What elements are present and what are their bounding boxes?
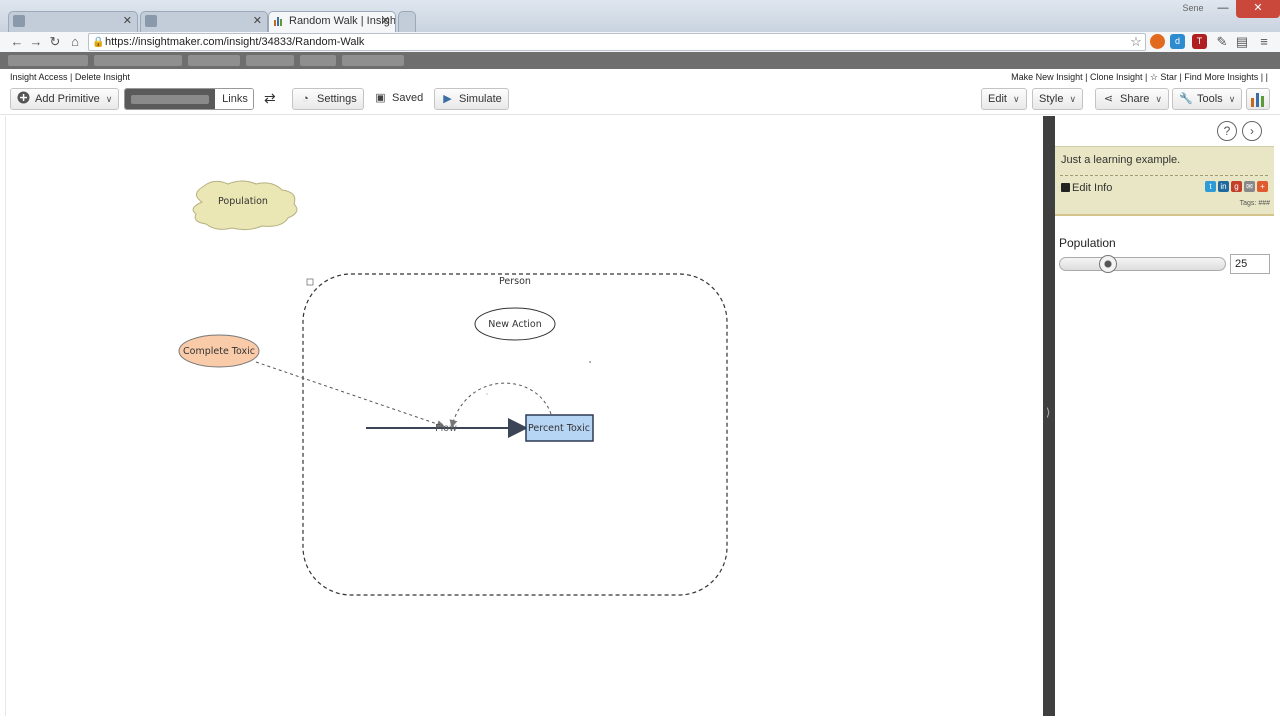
browser-tab[interactable]: ✕ bbox=[8, 11, 138, 32]
lock-icon: 🔒 bbox=[92, 37, 105, 48]
canvas-dot bbox=[589, 361, 591, 363]
tab-close-icon[interactable]: ✕ bbox=[123, 12, 132, 31]
insightmaker-favicon-icon bbox=[273, 15, 285, 27]
bookmark-item[interactable] bbox=[300, 55, 336, 66]
primitives-mode-button[interactable] bbox=[125, 89, 215, 109]
action-node[interactable]: New Action bbox=[474, 307, 556, 341]
splitter-handle-icon: ⟩ bbox=[1046, 407, 1051, 419]
new-tab-button[interactable] bbox=[398, 11, 416, 32]
wrench-icon: 🔧 bbox=[1179, 93, 1193, 105]
home-icon[interactable]: ⌂ bbox=[66, 33, 84, 51]
email-icon[interactable]: ✉ bbox=[1244, 181, 1255, 192]
chrome-menu-icon[interactable]: ≡ bbox=[1255, 33, 1273, 51]
help-icon[interactable]: ? bbox=[1217, 121, 1237, 141]
population-slider-label: Population bbox=[1059, 236, 1116, 250]
bookmark-star-icon[interactable]: ☆ bbox=[1127, 33, 1145, 51]
browser-tabstrip: ✕ ✕ Random Walk | Insight Mak ✕ Sene — ▢… bbox=[0, 0, 1280, 32]
extension-icon[interactable]: d bbox=[1170, 34, 1185, 49]
insight-info-box: Just a learning example. Edit Info t in … bbox=[1055, 146, 1274, 216]
add-primitive-button[interactable]: Add Primitive ∨ bbox=[10, 88, 120, 110]
tab-favicon-icon bbox=[13, 15, 25, 27]
address-bar[interactable]: 🔒 https://insightmaker.com/insight/34833… bbox=[88, 33, 1146, 51]
right-panel: ? › Just a learning example. Edit Info t… bbox=[1055, 116, 1280, 716]
simulate-button[interactable]: ▶ Simulate bbox=[434, 88, 509, 110]
mode-toggle: Links bbox=[124, 88, 254, 110]
complete-toxic-label: Complete Toxic bbox=[183, 346, 255, 357]
percent-toxic-stock[interactable]: Percent Toxic bbox=[525, 414, 594, 442]
population-slider-track[interactable] bbox=[1059, 257, 1226, 271]
insightmaker-logo-icon[interactable] bbox=[1246, 88, 1270, 110]
chevron-down-icon: ∨ bbox=[1228, 94, 1236, 104]
extension-icon[interactable] bbox=[1150, 34, 1165, 49]
saved-button[interactable]: ▣ Saved bbox=[368, 88, 429, 110]
info-divider bbox=[1060, 175, 1268, 176]
minimize-icon[interactable]: — bbox=[1210, 0, 1236, 18]
collapse-panel-icon[interactable]: › bbox=[1242, 121, 1262, 141]
population-label: Population bbox=[218, 196, 268, 207]
model-diagram: Person Population New Action Complete To… bbox=[178, 180, 728, 596]
browser-tab[interactable]: ✕ bbox=[140, 11, 268, 32]
edit-menu-button[interactable]: Edit ∨ bbox=[981, 88, 1027, 110]
settings-button[interactable]: ◔ Settings bbox=[292, 88, 364, 110]
chevron-down-icon: ∨ bbox=[105, 94, 113, 104]
clock-icon: ◔ bbox=[302, 93, 309, 105]
page-menu-icon[interactable]: ▤ bbox=[1233, 33, 1251, 51]
stock-label: Percent Toxic bbox=[528, 423, 590, 434]
edit-icon bbox=[1061, 183, 1070, 192]
app-header: Insight Access | Delete Insight Make New… bbox=[0, 69, 1280, 85]
bookmark-item[interactable] bbox=[342, 55, 404, 66]
window-close-icon[interactable]: ✕ bbox=[1236, 0, 1280, 18]
bookmarks-bar bbox=[0, 52, 1280, 69]
extension-icon[interactable]: T bbox=[1192, 34, 1207, 49]
canvas-dot bbox=[486, 393, 488, 395]
tags-label: Tags: ### bbox=[1239, 200, 1270, 207]
agent-container-label: Person bbox=[499, 276, 531, 287]
bookmark-item[interactable] bbox=[188, 55, 240, 66]
bookmark-item[interactable] bbox=[94, 55, 182, 66]
container-collapse-icon[interactable] bbox=[306, 278, 314, 286]
tab-close-icon[interactable]: ✕ bbox=[381, 12, 390, 31]
browser-toolbar: ← → ↻ ⌂ 🔒 https://insightmaker.com/insig… bbox=[0, 32, 1280, 52]
panel-splitter[interactable]: ⟩ bbox=[1043, 116, 1055, 716]
complete-toxic-node[interactable]: Complete Toxic bbox=[178, 334, 260, 368]
window-user-label: Sene bbox=[1182, 3, 1204, 13]
bookmark-item[interactable] bbox=[246, 55, 294, 66]
twitter-icon[interactable]: t bbox=[1205, 181, 1216, 192]
flow-label: Flow bbox=[435, 423, 457, 434]
app-toolbar: Add Primitive ∨ Links ⇄ ◔ Settings ▣ Saved … bbox=[0, 85, 1280, 115]
edit-info-link[interactable]: Edit Info bbox=[1061, 182, 1112, 194]
floppy-icon: ▣ bbox=[375, 92, 386, 104]
reload-icon[interactable]: ↻ bbox=[46, 33, 64, 51]
browser-tab-active[interactable]: Random Walk | Insight Mak ✕ bbox=[268, 11, 396, 32]
chevron-down-icon: ∨ bbox=[1155, 94, 1162, 104]
forward-icon[interactable]: → bbox=[27, 33, 45, 51]
insight-access-links[interactable]: Insight Access | Delete Insight bbox=[10, 72, 130, 82]
chevron-down-icon: ∨ bbox=[1069, 94, 1077, 104]
back-icon[interactable]: ← bbox=[8, 33, 26, 51]
share-menu-button[interactable]: ⋖ Share ∨ bbox=[1095, 88, 1169, 110]
pencil-icon[interactable]: ✎ bbox=[1213, 33, 1231, 51]
link-complete-toxic-to-flow[interactable] bbox=[255, 361, 445, 428]
play-icon: ▶ bbox=[443, 93, 452, 105]
swap-arrows-icon[interactable]: ⇄ bbox=[258, 88, 282, 110]
population-node[interactable]: Population bbox=[192, 180, 298, 231]
bookmark-item[interactable] bbox=[8, 55, 88, 66]
insight-description: Just a learning example. bbox=[1061, 154, 1181, 166]
google-plus-icon[interactable]: g bbox=[1231, 181, 1242, 192]
linkedin-icon[interactable]: in bbox=[1218, 181, 1229, 192]
share-icon: ⋖ bbox=[1103, 93, 1114, 105]
chevron-down-icon: ∨ bbox=[1012, 94, 1020, 104]
tools-menu-button[interactable]: 🔧 Tools ∨ bbox=[1172, 88, 1243, 110]
tab-favicon-icon bbox=[145, 15, 157, 27]
tab-close-icon[interactable]: ✕ bbox=[253, 12, 262, 31]
style-menu-button[interactable]: Style ∨ bbox=[1032, 88, 1084, 110]
flow-node[interactable]: Flow bbox=[366, 418, 528, 438]
plus-circle-icon bbox=[17, 89, 30, 109]
insight-actions-links[interactable]: Make New Insight | Clone Insight | ☆ Sta… bbox=[1011, 72, 1268, 83]
action-label: New Action bbox=[488, 319, 542, 330]
model-canvas[interactable]: Person Population New Action Complete To… bbox=[5, 116, 1043, 716]
population-value-input[interactable]: 25 bbox=[1230, 254, 1270, 274]
links-mode-button[interactable]: Links bbox=[215, 89, 253, 109]
add-share-icon[interactable]: + bbox=[1257, 181, 1268, 192]
